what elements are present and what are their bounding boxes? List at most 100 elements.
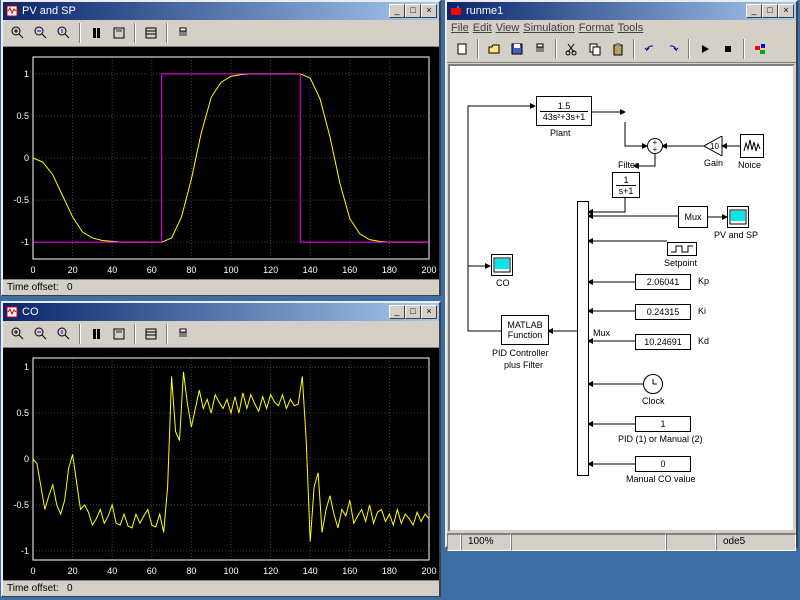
block-mux-small[interactable]: Mux	[678, 206, 708, 228]
plant-numerator: 1.5	[558, 101, 571, 111]
library-icon[interactable]	[749, 38, 771, 60]
save-axes-icon[interactable]	[108, 323, 130, 345]
properties-icon[interactable]	[140, 323, 162, 345]
scope-icon	[5, 4, 19, 18]
svg-text:20: 20	[68, 566, 78, 576]
copy-icon[interactable]	[584, 38, 606, 60]
block-matlab-fcn[interactable]: MATLAB Function	[501, 315, 549, 345]
minimize-button[interactable]: _	[746, 4, 762, 18]
manual-co-label: Manual CO value	[626, 474, 696, 484]
autoscale-icon[interactable]	[85, 323, 107, 345]
block-kd[interactable]: 10.24691	[635, 334, 691, 350]
block-scope-co[interactable]	[491, 254, 513, 276]
block-noise[interactable]	[740, 134, 764, 158]
open-icon[interactable]	[483, 38, 505, 60]
scope-status: Time offset: 0	[3, 279, 439, 295]
print-icon[interactable]	[172, 22, 194, 44]
block-filter[interactable]: 1 s+1	[612, 172, 640, 198]
filter-den: s+1	[619, 186, 634, 196]
block-gain[interactable]: 10	[704, 136, 724, 159]
zoom-in-icon[interactable]	[7, 22, 29, 44]
titlebar-model[interactable]: runme1 _ □ ×	[447, 2, 796, 20]
block-manual-co[interactable]: 0	[635, 456, 691, 472]
close-button[interactable]: ×	[778, 4, 794, 18]
titlebar-co[interactable]: CO _ □ ×	[3, 303, 439, 321]
kp-label: Kp	[698, 276, 709, 286]
new-icon[interactable]	[451, 38, 473, 60]
undo-icon[interactable]	[639, 38, 661, 60]
model-window: runme1 _ □ × File Edit View Simulation F…	[445, 0, 798, 548]
menu-edit[interactable]: Edit	[473, 22, 492, 34]
svg-text:80: 80	[186, 265, 196, 275]
mux-label: Mux	[593, 328, 610, 338]
menu-view[interactable]: View	[496, 22, 520, 34]
kd-label: Kd	[698, 336, 709, 346]
zoom-y-icon[interactable]	[53, 323, 75, 345]
svg-text:180: 180	[382, 265, 397, 275]
simulink-icon	[449, 4, 463, 18]
scope-window-pv-sp: PV and SP _ □ × 020406080100120140160180…	[1, 0, 441, 296]
close-button[interactable]: ×	[421, 4, 437, 18]
print-icon[interactable]	[529, 38, 551, 60]
close-button[interactable]: ×	[421, 305, 437, 319]
menu-format[interactable]: Format	[579, 22, 614, 34]
block-setpoint[interactable]	[667, 242, 697, 256]
menu-simulation[interactable]: Simulation	[523, 22, 574, 34]
block-ki[interactable]: 0.24315	[635, 304, 691, 320]
titlebar-pv-sp[interactable]: PV and SP _ □ ×	[3, 2, 439, 20]
maximize-button[interactable]: □	[405, 305, 421, 319]
zoom-x-icon[interactable]	[30, 22, 52, 44]
redo-icon[interactable]	[662, 38, 684, 60]
maximize-button[interactable]: □	[762, 4, 778, 18]
co-label: CO	[496, 278, 510, 288]
svg-text:80: 80	[186, 566, 196, 576]
minimize-button[interactable]: _	[389, 305, 405, 319]
scope-plot-co[interactable]: 020406080100120140160180200-1-0.500.51	[3, 348, 439, 580]
model-toolbar	[447, 36, 796, 63]
scope-icon	[5, 305, 19, 319]
model-canvas[interactable]: 1.5 43s²+3s+1 Plant ++ 10 Gain Noice Fil…	[448, 64, 795, 532]
filter-label: Filter	[618, 160, 638, 170]
block-kp[interactable]: 2.06041	[635, 274, 691, 290]
maximize-button[interactable]: □	[405, 4, 421, 18]
pid-manual-label: PID (1) or Manual (2)	[618, 434, 703, 444]
zoom-y-icon[interactable]	[53, 22, 75, 44]
block-scope-pvsp[interactable]	[727, 206, 749, 228]
manual-co-value: 0	[660, 459, 665, 469]
print-icon[interactable]	[172, 323, 194, 345]
menu-tools[interactable]: Tools	[618, 22, 644, 34]
scope-window-co: CO _ □ × 020406080100120140160180200-1-0…	[1, 301, 441, 597]
block-clock[interactable]	[643, 374, 663, 394]
window-title: runme1	[466, 5, 746, 17]
mlfcn-label1: PID Controller	[492, 348, 549, 358]
time-offset-label: Time offset:	[7, 282, 59, 293]
block-plant[interactable]: 1.5 43s²+3s+1	[536, 96, 592, 126]
svg-text:140: 140	[303, 265, 318, 275]
save-axes-icon[interactable]	[108, 22, 130, 44]
scope-plot-pv-sp[interactable]: 020406080100120140160180200-1-0.500.51	[3, 47, 439, 279]
zoom-in-icon[interactable]	[7, 323, 29, 345]
zoom-x-icon[interactable]	[30, 323, 52, 345]
time-offset-value: 0	[67, 282, 73, 293]
svg-text:20: 20	[68, 265, 78, 275]
block-pid-manual[interactable]: 1	[635, 416, 691, 432]
svg-text:180: 180	[382, 566, 397, 576]
autoscale-icon[interactable]	[85, 22, 107, 44]
minimize-button[interactable]: _	[389, 4, 405, 18]
kp-value: 2.06041	[647, 277, 680, 287]
menu-file[interactable]: File	[451, 22, 469, 34]
block-sum[interactable]: ++	[647, 138, 663, 154]
play-icon[interactable]	[694, 38, 716, 60]
svg-text:60: 60	[147, 265, 157, 275]
svg-text:0: 0	[30, 265, 35, 275]
scope-toolbar	[3, 20, 439, 47]
svg-text:160: 160	[342, 265, 357, 275]
save-icon[interactable]	[506, 38, 528, 60]
paste-icon[interactable]	[607, 38, 629, 60]
stop-icon[interactable]	[717, 38, 739, 60]
ki-label: Ki	[698, 306, 706, 316]
cut-icon[interactable]	[561, 38, 583, 60]
mlfcn-line2: Function	[508, 330, 543, 340]
properties-icon[interactable]	[140, 22, 162, 44]
block-mux[interactable]	[577, 201, 589, 476]
